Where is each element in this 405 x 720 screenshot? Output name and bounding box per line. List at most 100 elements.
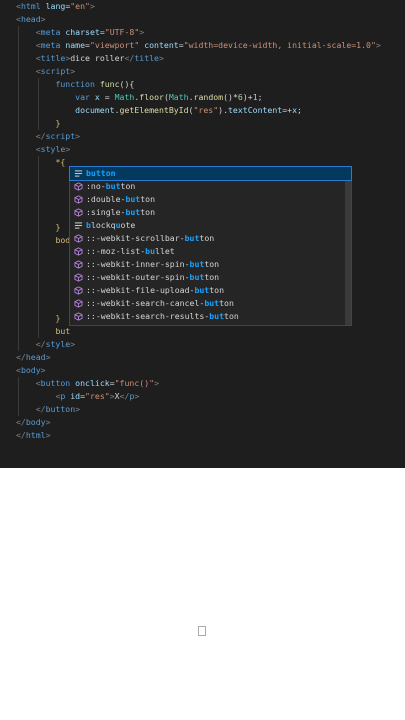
suggestion-item[interactable]: ::-webkit-outer-spin-button bbox=[70, 271, 351, 284]
code-line[interactable]: </script> bbox=[16, 130, 80, 143]
code-line[interactable]: <body> bbox=[16, 364, 46, 377]
code-token: lang bbox=[45, 1, 66, 11]
code-token: > bbox=[134, 391, 140, 401]
code-line[interactable]: <style> bbox=[16, 143, 71, 156]
code-line[interactable]: </body> bbox=[16, 416, 51, 429]
code-token: ()* bbox=[223, 92, 238, 102]
code-token: title bbox=[134, 53, 159, 63]
code-token: random bbox=[193, 92, 224, 102]
suggestion-item[interactable]: :double-button bbox=[70, 193, 351, 206]
code-line[interactable]: but bbox=[16, 325, 70, 338]
suggestion-item[interactable]: ::-webkit-inner-spin-button bbox=[70, 258, 351, 271]
suggestion-text: ton bbox=[204, 272, 220, 282]
snippet-icon bbox=[74, 221, 83, 230]
suggestion-text: ::-webkit-scrollbar- bbox=[86, 233, 185, 243]
code-token: style bbox=[40, 144, 66, 154]
code-line[interactable]: <button onclick="func()"> bbox=[16, 377, 159, 390]
code-token: dice roller bbox=[70, 53, 125, 63]
suggestion-item[interactable]: ::-webkit-search-results-button bbox=[70, 310, 351, 323]
code-line[interactable]: <title>dice roller</title> bbox=[16, 52, 164, 65]
code-token: )+ bbox=[242, 92, 253, 102]
code-token: Math bbox=[114, 92, 135, 102]
code-token: > bbox=[154, 378, 159, 388]
code-token: (){ bbox=[119, 79, 135, 89]
code-token: style bbox=[45, 339, 71, 349]
suggestion-label: ::-webkit-search-results-button bbox=[86, 310, 239, 323]
cube-icon bbox=[74, 234, 83, 243]
code-token: =+ bbox=[282, 105, 293, 115]
suggestion-item[interactable]: blockquote bbox=[70, 219, 351, 232]
suggestion-label: button bbox=[86, 167, 116, 180]
suggestion-text: button bbox=[86, 168, 116, 178]
code-line[interactable]: </html> bbox=[16, 429, 51, 442]
code-token: > bbox=[70, 339, 76, 349]
suggestion-text: but bbox=[189, 259, 205, 269]
suggestion-item[interactable]: ::-webkit-file-upload-button bbox=[70, 284, 351, 297]
cube-icon bbox=[74, 299, 83, 308]
code-line[interactable]: <html lang="en"> bbox=[16, 0, 95, 13]
code-token: floor bbox=[139, 92, 164, 102]
code-token: name bbox=[65, 40, 86, 50]
code-line[interactable]: <script> bbox=[16, 65, 75, 78]
code-token: ; bbox=[297, 105, 302, 115]
code-line[interactable]: </style> bbox=[16, 338, 75, 351]
suggestion-text: ton bbox=[140, 194, 156, 204]
suggestion-text: ::-webkit-file-upload- bbox=[86, 285, 195, 295]
code-token: meta bbox=[40, 27, 61, 37]
code-token: } bbox=[55, 222, 61, 232]
code-line[interactable]: var x = Math.floor(Math.random()*6)+1; bbox=[16, 91, 262, 104]
code-line[interactable]: <head> bbox=[16, 13, 46, 26]
code-line[interactable]: function func(){ bbox=[16, 78, 134, 91]
code-editor[interactable]: <html lang="en"> <head> <meta charset="UT… bbox=[0, 0, 405, 468]
suggestion-item[interactable]: :no-button bbox=[70, 180, 351, 193]
suggestion-item[interactable]: button bbox=[69, 166, 352, 181]
suggestion-text: but bbox=[125, 207, 141, 217]
suggestion-item[interactable]: ::-webkit-search-cancel-button bbox=[70, 297, 351, 310]
suggestion-item[interactable]: ::-webkit-scrollbar-button bbox=[70, 232, 351, 245]
suggestion-item[interactable]: ::-moz-list-bullet bbox=[70, 245, 351, 258]
suggestion-label: :no-button bbox=[86, 180, 135, 193]
code-line[interactable]: } bbox=[16, 221, 60, 234]
code-line[interactable]: } bbox=[16, 117, 60, 130]
code-line[interactable]: </button> bbox=[16, 403, 80, 416]
suggestion-item[interactable]: :single-button bbox=[70, 206, 351, 219]
suggestion-text: ::-webkit-search-results- bbox=[86, 311, 210, 321]
suggestion-label: ::-webkit-search-cancel-button bbox=[86, 297, 234, 310]
code-token: onclick bbox=[75, 378, 110, 388]
code-token: "res" bbox=[193, 105, 219, 115]
code-line[interactable]: *{ bbox=[16, 156, 65, 169]
suggestion-text: but bbox=[184, 233, 200, 243]
code-token: button bbox=[45, 404, 76, 414]
cube-icon bbox=[74, 195, 83, 204]
code-line[interactable]: </head> bbox=[16, 351, 51, 364]
code-line[interactable]: <p id="res">X</p> bbox=[16, 390, 139, 403]
code-token: head bbox=[25, 352, 46, 362]
code-line[interactable]: <meta name="viewport" content="width=dev… bbox=[16, 39, 381, 52]
code-token: "UTF-8" bbox=[104, 27, 140, 37]
code-token: </ bbox=[35, 339, 46, 349]
code-token: > bbox=[139, 27, 145, 37]
code-token: getElementById bbox=[119, 105, 189, 115]
code-token: </ bbox=[16, 417, 26, 427]
suggestion-text: ote bbox=[120, 220, 136, 230]
suggestion-text: :double- bbox=[86, 194, 126, 204]
code-token: textContent bbox=[228, 105, 283, 115]
autocomplete-suggestion-widget[interactable]: button:no-button:double-button:single-bu… bbox=[69, 166, 352, 326]
cube-icon bbox=[74, 286, 83, 295]
code-line[interactable]: document.getElementById("res").textConte… bbox=[16, 104, 302, 117]
code-line[interactable]: } bbox=[16, 312, 60, 325]
code-line[interactable]: <meta charset="UTF-8"> bbox=[16, 26, 145, 39]
code-line[interactable]: bod bbox=[16, 234, 70, 247]
code-token: "func()" bbox=[114, 378, 155, 388]
code-token: meta bbox=[40, 40, 61, 50]
code-token: ). bbox=[218, 105, 228, 115]
code-token: > bbox=[75, 404, 81, 414]
